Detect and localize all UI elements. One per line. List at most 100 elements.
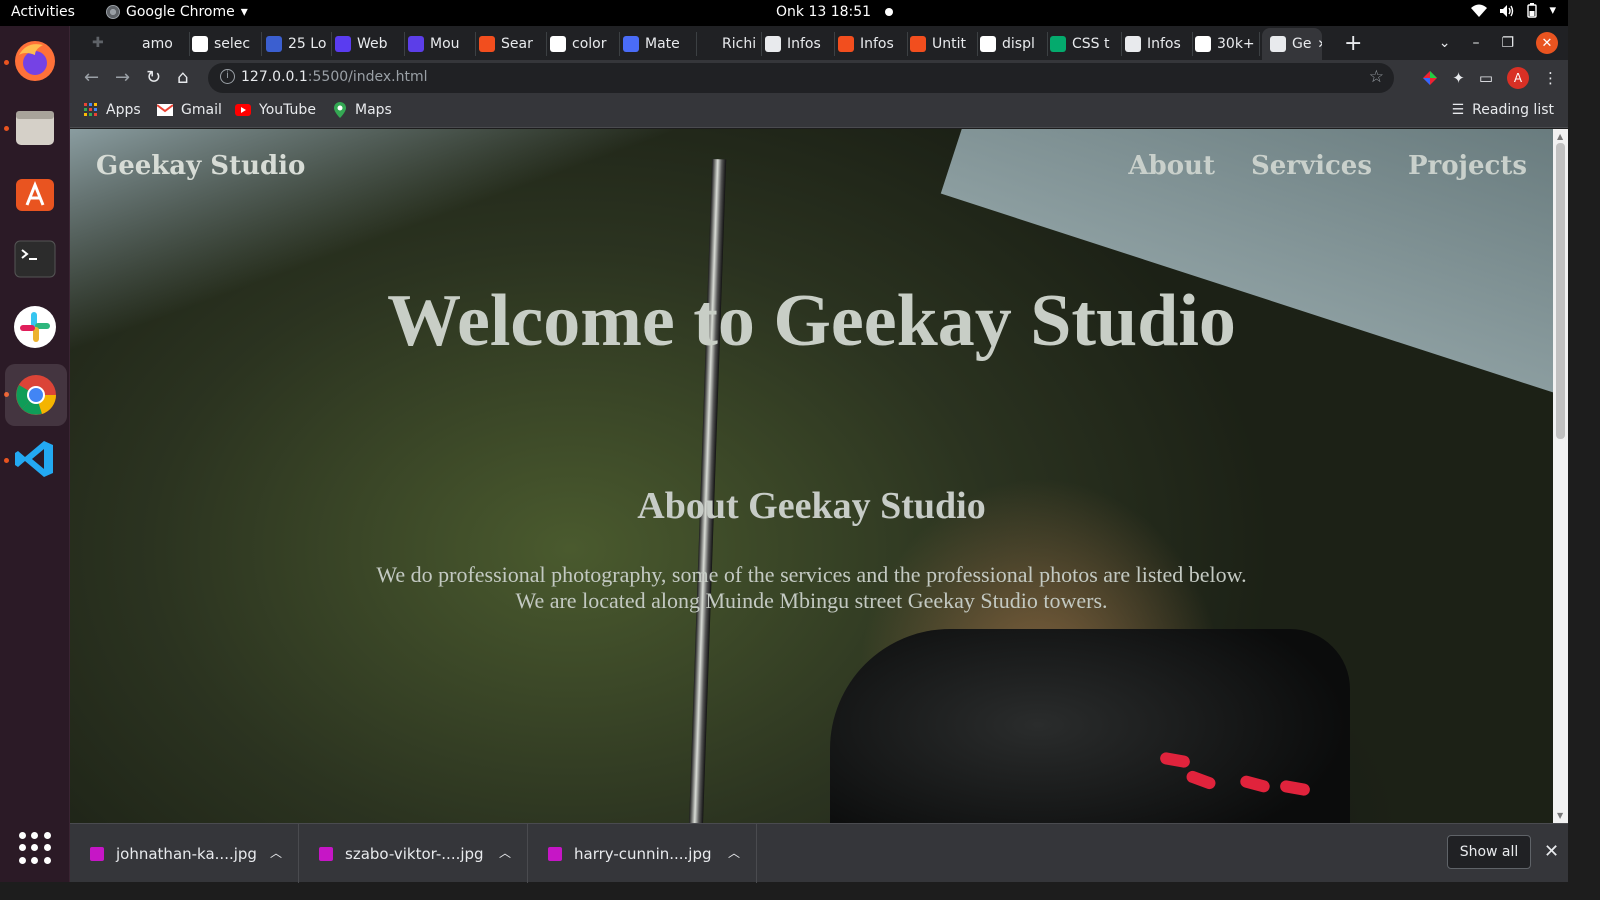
download-item[interactable]: johnathan-ka....jpg ︿ bbox=[70, 824, 299, 883]
volume-icon bbox=[1500, 4, 1514, 17]
bookmark-gmail[interactable]: Gmail bbox=[157, 102, 222, 118]
browser-tab[interactable]: 25 Lo bbox=[266, 32, 332, 56]
bo-favicon-icon bbox=[266, 36, 282, 52]
browser-tab[interactable]: Infos bbox=[838, 32, 908, 56]
browser-tab[interactable]: color bbox=[550, 32, 620, 56]
chevron-up-icon[interactable]: ︿ bbox=[499, 844, 511, 861]
figma-favicon-icon bbox=[479, 36, 495, 52]
bookmark-youtube[interactable]: YouTube bbox=[235, 102, 316, 118]
show-applications-icon[interactable] bbox=[19, 832, 51, 864]
app-menu[interactable]: Google Chrome ▾ bbox=[106, 4, 248, 20]
system-top-bar: Activities Google Chrome ▾ Onk 13 18:51 … bbox=[0, 0, 1568, 26]
scrollbar-thumb[interactable] bbox=[1556, 143, 1565, 439]
n-favicon-icon bbox=[408, 36, 424, 52]
google-favicon-icon bbox=[550, 36, 566, 52]
cast-icon[interactable]: ▭ bbox=[1479, 69, 1493, 87]
gmail-icon bbox=[157, 104, 173, 116]
tab-title: Mou bbox=[430, 36, 460, 52]
dock bbox=[0, 26, 70, 882]
site-menu: About Services Projects bbox=[1128, 151, 1527, 181]
reload-icon[interactable]: ↻ bbox=[146, 67, 161, 88]
profile-avatar[interactable]: A bbox=[1507, 67, 1529, 89]
system-tray[interactable]: ▾ bbox=[1471, 3, 1556, 18]
bookmark-maps[interactable]: Maps bbox=[333, 102, 392, 118]
download-item[interactable]: harry-cunnin....jpg ︿ bbox=[528, 824, 757, 883]
browser-tab[interactable]: Sear bbox=[479, 32, 547, 56]
restore-icon[interactable]: ❐ bbox=[1501, 35, 1514, 51]
vscode-icon[interactable] bbox=[12, 436, 58, 482]
browser-tab[interactable]: Web bbox=[335, 32, 405, 56]
browser-tab[interactable]: displ bbox=[980, 32, 1048, 56]
url-text: 127.0.0.1:5500/index.html bbox=[241, 69, 428, 85]
w3-favicon-icon bbox=[1050, 36, 1066, 52]
figma-favicon-icon bbox=[910, 36, 926, 52]
browser-tab[interactable]: Mate bbox=[623, 32, 697, 56]
google-favicon-icon bbox=[980, 36, 996, 52]
slack-icon[interactable] bbox=[12, 304, 58, 350]
site-navbar: Geekay Studio About Services Projects bbox=[70, 129, 1553, 209]
forward-icon[interactable]: → bbox=[115, 67, 130, 88]
home-icon[interactable]: ⌂ bbox=[177, 67, 188, 88]
browser-tab[interactable]: CSS t bbox=[1050, 32, 1122, 56]
tab-title: CSS t bbox=[1072, 36, 1110, 52]
tab-title: selec bbox=[214, 36, 251, 52]
scroll-down-icon[interactable]: ▼ bbox=[1557, 811, 1563, 820]
download-item[interactable]: szabo-viktor-....jpg ︿ bbox=[299, 824, 528, 883]
colorzilla-extension-icon[interactable] bbox=[1422, 70, 1438, 86]
notification-dot-icon bbox=[885, 8, 894, 16]
browser-tab[interactable]: 30k+ bbox=[1195, 32, 1260, 56]
browser-tab[interactable]: amo bbox=[120, 32, 190, 56]
browser-toolbar: ← → ↻ ⌂ i 127.0.0.1:5500/index.html ☆ ✦ … bbox=[70, 60, 1568, 96]
scroll-up-icon[interactable]: ▲ bbox=[1557, 132, 1563, 141]
nav-link-projects[interactable]: Projects bbox=[1408, 151, 1527, 181]
nav-link-about[interactable]: About bbox=[1128, 151, 1215, 181]
reading-list-label: Reading list bbox=[1472, 102, 1554, 118]
reading-list-button[interactable]: ☰ Reading list bbox=[1452, 102, 1554, 118]
activities-button[interactable]: Activities bbox=[11, 4, 75, 20]
site-info-icon[interactable]: i bbox=[220, 69, 235, 84]
image-file-icon bbox=[90, 846, 104, 861]
browser-tab[interactable]: selec bbox=[192, 32, 262, 56]
browser-tab[interactable]: Richi bbox=[700, 32, 762, 56]
back-icon[interactable]: ← bbox=[84, 67, 99, 88]
tab-title: 30k+ bbox=[1217, 36, 1255, 52]
tab-active[interactable]: Ge ✕ bbox=[1262, 28, 1322, 60]
running-indicator bbox=[4, 60, 9, 65]
close-tab-icon[interactable]: ✕ bbox=[1317, 37, 1322, 51]
download-filename: johnathan-ka....jpg bbox=[116, 844, 257, 863]
extensions-icon[interactable]: ✦ bbox=[1452, 69, 1465, 87]
close-window-icon[interactable]: ✕ bbox=[1536, 32, 1558, 54]
chrome-dock-icon[interactable] bbox=[5, 364, 67, 426]
nav-link-services[interactable]: Services bbox=[1251, 151, 1372, 181]
chevron-up-icon[interactable]: ︿ bbox=[728, 844, 740, 861]
browser-tab[interactable]: Untit bbox=[910, 32, 978, 56]
tab-title: Ge bbox=[1292, 36, 1312, 52]
chrome-icon bbox=[106, 5, 120, 19]
chevron-up-icon[interactable]: ︿ bbox=[270, 844, 282, 861]
new-tab-icon[interactable]: + bbox=[1344, 31, 1362, 56]
tab-title: Infos bbox=[860, 36, 894, 52]
more-menu-icon[interactable]: ⋮ bbox=[1543, 69, 1558, 87]
page-scrollbar[interactable]: ▲ ▼ bbox=[1553, 129, 1568, 823]
show-all-downloads-button[interactable]: Show all bbox=[1447, 835, 1531, 869]
bookmark-label: YouTube bbox=[259, 102, 316, 118]
files-icon[interactable] bbox=[12, 104, 58, 150]
tab-title: Infos bbox=[1147, 36, 1181, 52]
clock[interactable]: Onk 13 18:51 bbox=[776, 4, 894, 20]
terminal-icon[interactable] bbox=[12, 236, 58, 282]
bookmark-star-icon[interactable]: ☆ bbox=[1369, 67, 1384, 87]
browser-tab[interactable]: Infos bbox=[765, 32, 835, 56]
bookmark-apps[interactable]: Apps bbox=[84, 102, 141, 118]
close-downloads-icon[interactable]: ✕ bbox=[1544, 841, 1559, 862]
firefox-icon[interactable] bbox=[12, 38, 58, 84]
browser-tab[interactable]: Infos bbox=[1125, 32, 1193, 56]
globe-favicon-icon bbox=[1270, 36, 1286, 52]
address-bar[interactable]: i 127.0.0.1:5500/index.html ☆ bbox=[208, 63, 1394, 93]
software-center-icon[interactable] bbox=[12, 170, 58, 216]
minimize-icon[interactable]: – bbox=[1472, 35, 1479, 51]
site-brand[interactable]: Geekay Studio bbox=[96, 151, 305, 181]
tab-title: color bbox=[572, 36, 607, 52]
tab-search-icon[interactable]: ⌄ bbox=[1439, 35, 1451, 51]
url-path: :5500/index.html bbox=[307, 69, 428, 85]
browser-tab[interactable]: Mou bbox=[408, 32, 476, 56]
